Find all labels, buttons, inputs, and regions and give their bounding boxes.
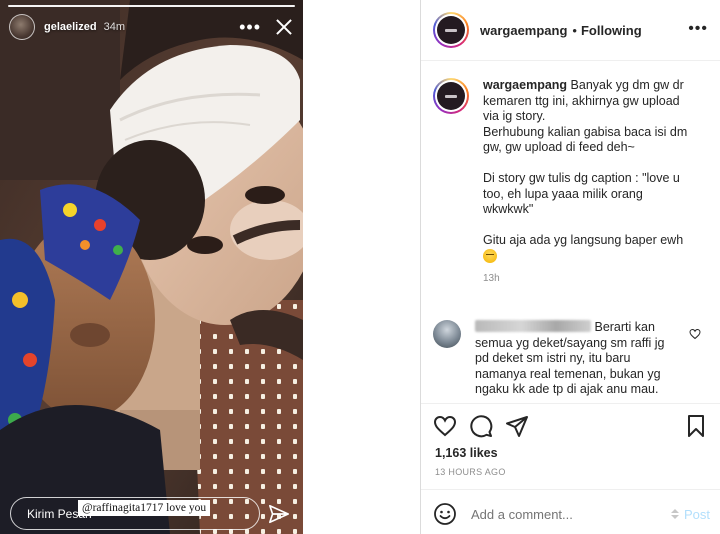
share-icon[interactable] — [505, 414, 529, 438]
smile-icon[interactable] — [433, 502, 457, 526]
post-avatar[interactable] — [433, 12, 469, 48]
caption-line: Gitu aja ada yg langsung baper ewh — [483, 233, 684, 247]
comment-like-heart-icon[interactable] — [689, 328, 701, 340]
page-background — [303, 0, 420, 534]
send-icon[interactable] — [268, 503, 290, 525]
story-username[interactable]: gelaelized — [44, 21, 97, 33]
comment-item: Berarti kan semua yg deket/sayang sm raf… — [433, 320, 710, 398]
story-header: gelaelized 34m ••• — [9, 14, 293, 40]
story-mention-sticker[interactable]: @raffinagita1717 love you — [78, 500, 211, 516]
commenter-avatar[interactable] — [433, 320, 461, 348]
rolling-eyes-emoji-icon — [483, 248, 497, 263]
post-actions — [433, 413, 708, 439]
story-photo — [0, 0, 303, 534]
caption: wargaempang Banyak yg dm gw dr kemaren t… — [433, 78, 710, 284]
add-comment-input[interactable] — [471, 506, 641, 522]
caption-text: wargaempang Banyak yg dm gw dr kemaren t… — [483, 78, 691, 265]
post-header: wargaempang • Following ••• — [421, 0, 720, 61]
post-button-label: Post — [683, 506, 710, 522]
comment-body: Berarti kan semua yg deket/sayang sm raf… — [475, 320, 679, 398]
comment-icon[interactable] — [469, 414, 493, 438]
instagram-screenshot: gelaelized 34m ••• Kirim Pesan @raffinag… — [0, 0, 720, 534]
divider — [421, 489, 720, 490]
stepper-icon — [670, 509, 679, 519]
caption-avatar[interactable] — [433, 78, 469, 114]
post-timestamp: 13 HOURS AGO — [435, 467, 506, 477]
header-separator: • — [572, 22, 577, 38]
close-icon[interactable] — [275, 18, 293, 36]
caption-line: Berhubung kalian gabisa baca isi dm gw, … — [483, 124, 688, 155]
caption-line: Di story gw tulis dg caption : "love u t… — [483, 171, 680, 216]
commenter-username-blurred — [475, 320, 591, 332]
following-button[interactable]: Following — [581, 23, 642, 38]
caption-timestamp: 13h — [483, 273, 500, 284]
add-comment-row: Post — [433, 498, 710, 530]
divider — [421, 403, 720, 404]
caption-username[interactable]: wargaempang — [483, 78, 567, 92]
post-panel: wargaempang • Following ••• wargaempang … — [420, 0, 720, 534]
story-avatar[interactable] — [9, 14, 35, 40]
post-comment-button[interactable]: Post — [670, 507, 710, 522]
more-icon[interactable]: ••• — [239, 18, 261, 36]
more-icon[interactable]: ••• — [688, 21, 708, 37]
heart-icon[interactable] — [433, 414, 457, 438]
bookmark-icon[interactable] — [684, 414, 708, 438]
post-username[interactable]: wargaempang — [480, 23, 567, 38]
story-progress-bar — [8, 5, 295, 7]
story-viewer: gelaelized 34m ••• Kirim Pesan @raffinag… — [0, 0, 303, 534]
likes-count[interactable]: 1,163 likes — [435, 446, 498, 460]
story-timestamp: 34m — [103, 21, 125, 33]
